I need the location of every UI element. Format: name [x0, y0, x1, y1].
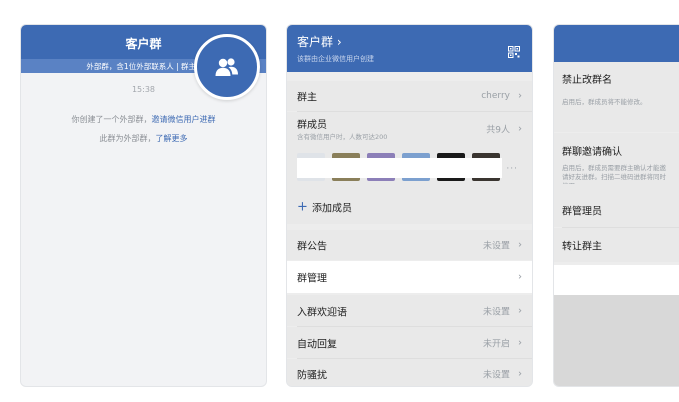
banner-text: 外部群，含1位外部联系人 | 群主 [86, 62, 196, 71]
members-label: 群成员 [297, 120, 327, 131]
chevron-right-icon: › [518, 337, 522, 348]
invite-confirm-desc: 启用后，群成员需要群主确认才能邀请好友进群。扫描二维码进群将同时停用。 [562, 164, 666, 184]
anti-harassment-label: 防骚扰 [297, 370, 327, 382]
add-member-label: 添加成员 [312, 203, 352, 215]
invite-confirm-title: 群聊邀请确认 [562, 147, 622, 158]
group-members-row[interactable]: 群成员 含有微信用户时，人数可达200 共9人 › [287, 112, 532, 146]
owner-value: cherry [481, 91, 510, 101]
add-member-button[interactable]: + 添加成员 [287, 190, 532, 224]
group-info-header[interactable]: 客户群 › 该群由企业微信用户创建 [287, 25, 532, 72]
auto-reply-value: 未开启 [482, 339, 510, 349]
auto-reply-row[interactable]: 自动回复 未开启 › [287, 327, 532, 358]
announcement-value: 未设置 [482, 241, 510, 252]
members-count: 共9人 [486, 125, 510, 136]
admins-label: 群管理员 [562, 206, 602, 218]
member-avatars-row: ··· [287, 146, 532, 190]
more-members-icon[interactable]: ··· [506, 164, 518, 174]
auto-reply-label: 自动回复 [297, 339, 337, 350]
group-members-button[interactable] [194, 34, 260, 100]
owner-label: 群主 [297, 92, 317, 104]
announcement-row[interactable]: 群公告 未设置 › [287, 230, 532, 260]
anti-harassment-row[interactable]: 防骚扰 未设置 › [287, 359, 532, 386]
group-info-screen: 客户群 › 该群由企业微信用户创建 群主 cherry › 群成员 含有微信用户… [286, 24, 533, 387]
group-name[interactable]: 客户群 › [297, 33, 342, 50]
group-admins-row[interactable]: 群管理员 [554, 193, 679, 227]
created-text: 你创建了一个外部群， [71, 115, 152, 124]
transfer-owner-row[interactable]: 转让群主 [554, 228, 679, 262]
privacy-mask [297, 158, 502, 178]
chevron-right-icon: › [518, 271, 522, 283]
transfer-owner-label: 转让群主 [562, 241, 602, 253]
group-owner-row[interactable]: 群主 cherry › [287, 81, 532, 111]
members-hint: 含有微信用户时，人数可达200 [297, 133, 388, 141]
screenshot-stage: 客户群 外部群，含1位外部联系人 | 群主 15:38 你创建了一个外部群，邀请… [0, 0, 679, 402]
welcome-message-row[interactable]: 入群欢迎语 未设置 › [287, 295, 532, 326]
no-rename-desc: 启用后，群成员将不能修改。 [562, 98, 647, 106]
system-message-external: 此群为外部群，了解更多 [21, 133, 266, 144]
anti-harassment-value: 未设置 [482, 370, 510, 381]
group-creator-note: 该群由企业微信用户创建 [297, 55, 374, 63]
system-message-created: 你创建了一个外部群，邀请微信用户进群 [21, 114, 266, 125]
chevron-right-icon: › [518, 239, 522, 251]
announcement-label: 群公告 [297, 241, 327, 253]
invite-wechat-link[interactable]: 邀请微信用户进群 [152, 115, 216, 124]
member-avatar-list [297, 153, 527, 181]
chevron-right-icon: › [518, 305, 522, 316]
welcome-label: 入群欢迎语 [297, 307, 347, 318]
qr-code-icon[interactable] [508, 46, 520, 58]
welcome-value: 未设置 [482, 307, 510, 317]
learn-more-link[interactable]: 了解更多 [156, 134, 188, 143]
management-label: 群管理 [297, 273, 327, 285]
blank-section [554, 265, 679, 295]
group-members-icon [215, 58, 238, 76]
management-header [554, 25, 679, 62]
group-management-row[interactable]: 群管理 › [287, 261, 532, 293]
no-rename-row[interactable]: 禁止改群名 [554, 62, 679, 132]
chevron-right-icon: › [518, 90, 522, 102]
chevron-right-icon: › [518, 123, 522, 135]
chevron-right-icon: › [518, 368, 522, 380]
chat-screen: 客户群 外部群，含1位外部联系人 | 群主 15:38 你创建了一个外部群，邀请… [20, 24, 267, 387]
plus-icon: + [297, 199, 308, 215]
external-text: 此群为外部群， [99, 134, 156, 143]
no-rename-title: 禁止改群名 [562, 75, 612, 86]
bottom-area [554, 295, 679, 386]
group-management-screen: 禁止改群名 启用后，群成员将不能修改。 群聊邀请确认 启用后，群成员需要群主确认… [553, 24, 679, 387]
